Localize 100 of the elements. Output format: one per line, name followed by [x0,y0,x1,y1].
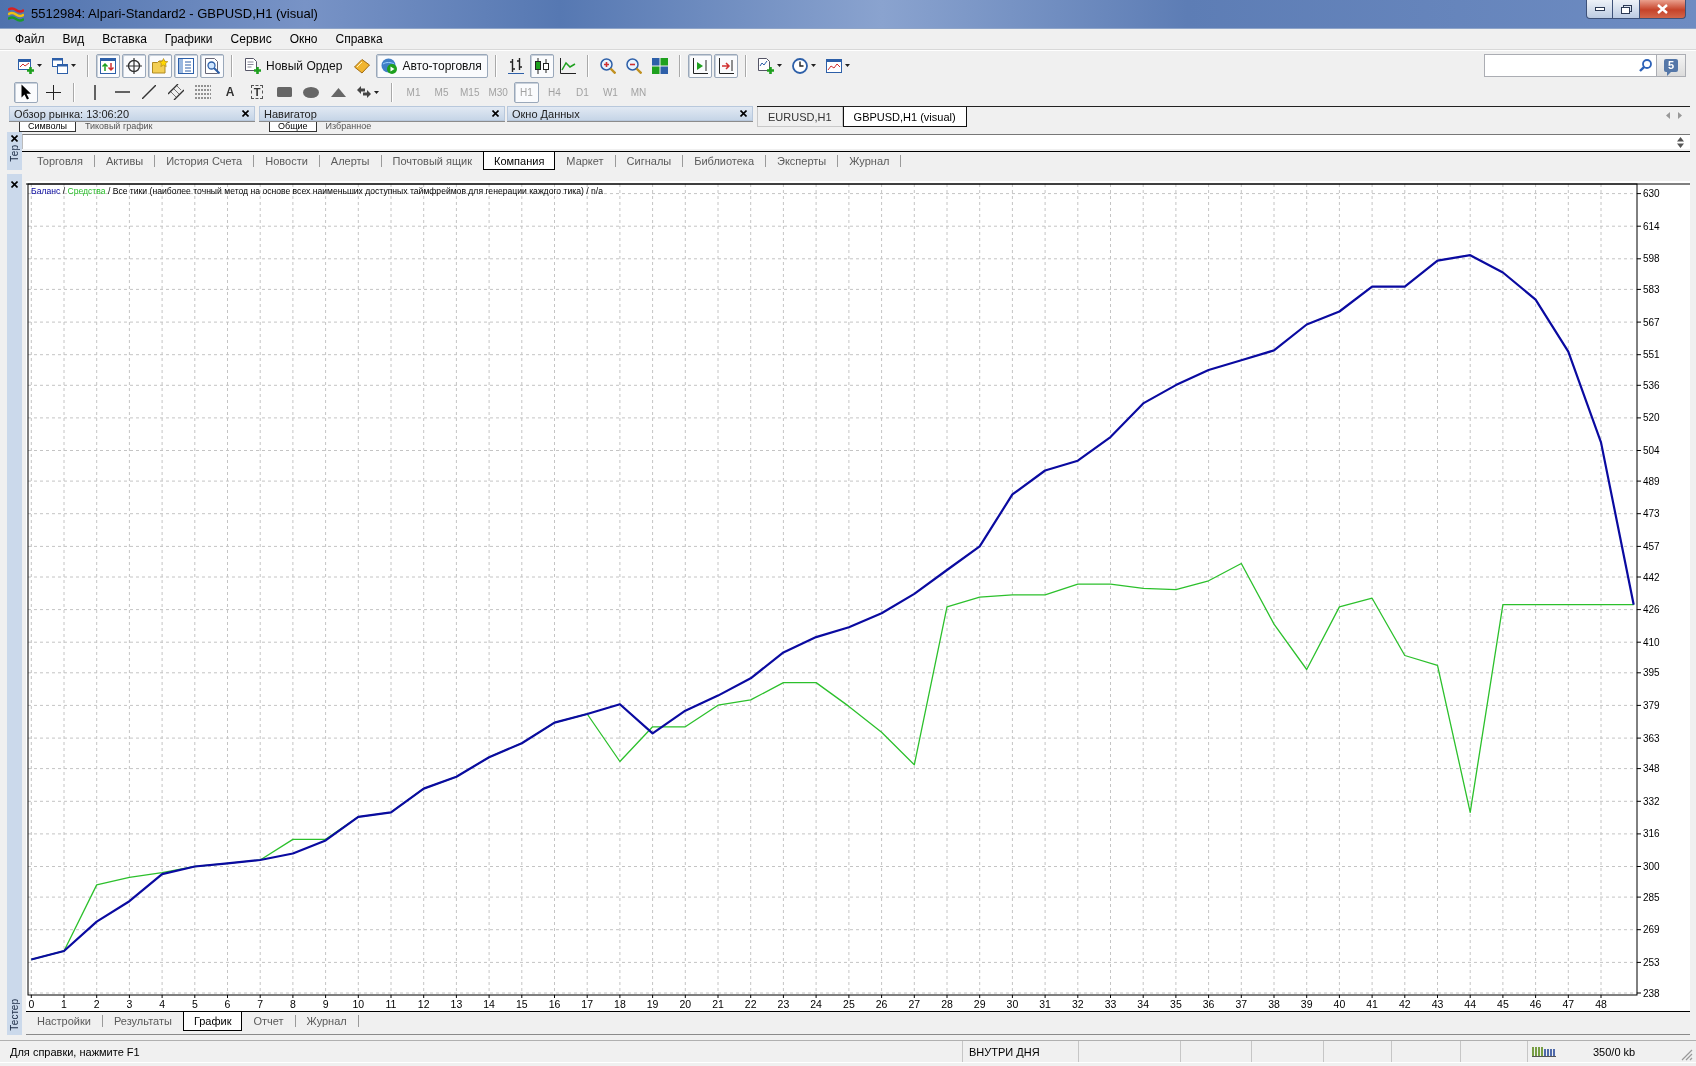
dashed-lines-icon [195,85,211,99]
tab[interactable]: Сигналы [615,152,683,170]
close-button[interactable] [10,134,19,143]
axis-label: 348 [1643,763,1660,775]
toolbar-button[interactable] [174,53,198,78]
axis-label: 3 [126,997,133,1010]
axis-label: 426 [1643,604,1660,616]
window-list-icon [178,57,194,74]
close-button[interactable] [10,180,19,189]
close-button[interactable] [739,109,748,119]
tab[interactable]: Библиотека [683,152,766,170]
close-button[interactable] [241,109,250,118]
toolbar-button[interactable]: Авто-торговля [376,53,488,78]
axis-label: 6 [224,997,231,1010]
axis-label: 504 [1643,445,1660,456]
tab[interactable]: Эксперты [766,152,838,170]
chart-tab[interactable]: GBPUSD,H1 (visual) [842,107,967,127]
tab[interactable]: Избранное [316,122,381,132]
axis-label: 13 [450,997,463,1010]
tab[interactable]: Компания [483,152,556,170]
axis-label: 41 [1366,997,1378,1010]
tab[interactable]: Алерты [319,152,381,170]
tab[interactable]: Новости [254,152,319,170]
close-button[interactable] [1640,0,1686,19]
tab[interactable]: Журнал [295,1012,358,1031]
menu-item[interactable]: Окно [280,32,327,46]
tool-button[interactable] [14,81,38,103]
arrow-axis-icon [717,57,734,74]
windows-icon [52,57,68,74]
tool-button[interactable]: A [218,81,242,103]
panel-title: Окно Данных [512,107,581,120]
menu-item[interactable]: Вид [53,32,94,46]
tool-button[interactable]: T [245,81,269,103]
chart-tab[interactable]: EURUSD,H1 [757,107,843,127]
horizontal-line-icon [114,91,130,93]
menu-item[interactable]: Графики [155,32,222,46]
toolbar-button[interactable] [713,53,738,78]
tab[interactable]: Настройки [26,1012,102,1031]
axis-label: 19 [646,997,659,1010]
channel-icon [168,84,184,100]
tab[interactable]: Активы [94,152,155,170]
axis-label: 42 [1398,997,1411,1010]
messages-button[interactable]: 5 [1657,54,1686,77]
tab[interactable]: Торговля [26,152,94,170]
axis-label: 39 [1300,997,1313,1010]
status-text: 350/0 kb [1593,1045,1636,1058]
axis-label: 8 [290,997,296,1010]
tab[interactable]: Тиковый график [75,122,162,132]
axis-label: 598 [1643,253,1660,265]
maximize-button[interactable] [1613,0,1640,19]
axis-label: 2 [93,997,100,1010]
axis-label: 27 [908,997,921,1010]
tab[interactable]: График [182,1012,243,1031]
toolbar-button[interactable] [96,53,120,78]
menu-item[interactable]: Файл [6,32,54,46]
chart-window-icon [825,57,842,74]
menu-item[interactable]: Сервис [221,32,281,46]
axis-label: 20 [679,997,692,1010]
arrows-icon [357,86,371,98]
tab[interactable]: Отчет [242,1012,295,1031]
target-icon [126,57,142,74]
toolbar-button[interactable] [122,53,146,78]
tab[interactable]: Маркет [555,152,615,170]
toolbar-button[interactable] [200,53,224,78]
close-icon [1657,4,1668,14]
toolbar-button[interactable] [687,53,712,78]
tab[interactable]: Символы [19,122,76,132]
status-text: ВНУТРИ ДНЯ [969,1045,1040,1058]
tab[interactable]: История Счета [155,152,254,170]
tab[interactable]: Общие [269,122,317,132]
toolbar-button[interactable] [529,53,554,78]
diamond-icon [354,57,371,74]
menu-item[interactable]: Вставка [93,32,156,46]
line-chart-icon [559,57,576,74]
search-field[interactable] [1484,54,1657,77]
close-button[interactable] [491,109,500,118]
signal-bars-icon [1532,1046,1556,1057]
axis-label: 0 [28,997,35,1010]
axis-label: 630 [1643,188,1660,200]
panel-title: Тер [9,145,20,162]
close-icon [740,110,747,118]
tab[interactable]: Журнал [838,152,901,170]
tab[interactable]: Результаты [102,1012,183,1031]
status-text: Для справки, нажмите F1 [10,1045,140,1058]
close-icon [492,110,499,117]
axis-label: 536 [1643,379,1660,391]
axis-label: 35 [1170,997,1182,1010]
scroll-button[interactable] [1677,136,1684,148]
axis-label: 583 [1643,283,1660,295]
minimize-button[interactable] [1586,0,1613,19]
axis-label: 24 [810,997,822,1010]
axis-label: 25 [843,997,855,1010]
tab[interactable]: Почтовый ящик [381,152,483,170]
toolbar-button[interactable]: Новый Ордер [240,53,349,78]
axis-label: 10 [352,997,365,1010]
axis-label: 12 [417,997,430,1010]
menu-item[interactable]: Справка [326,32,392,46]
chart-plus-icon [18,57,34,74]
panel-title: Тестер [9,999,20,1031]
axis-label: 457 [1643,540,1660,552]
